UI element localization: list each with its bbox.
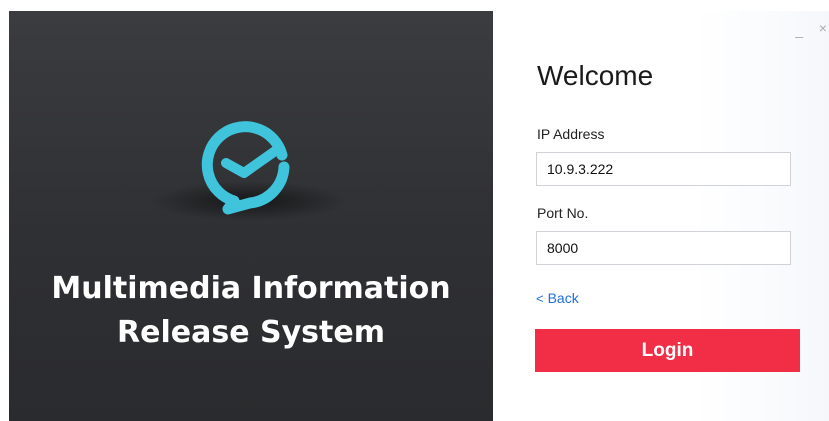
chat-bubble-clock-logo-icon (201, 121, 290, 215)
back-link[interactable]: < Back (536, 290, 579, 306)
port-input[interactable] (536, 231, 791, 265)
ip-address-input[interactable] (536, 152, 791, 186)
login-window: Multimedia Information Release System _ … (0, 0, 829, 421)
welcome-heading: Welcome (537, 60, 654, 91)
back-label: Back (547, 290, 579, 306)
brand-panel: Multimedia Information Release System (9, 11, 493, 421)
ip-address-label: IP Address (537, 126, 605, 142)
port-label: Port No. (537, 205, 589, 221)
chevron-left-icon: < (536, 291, 544, 306)
login-button[interactable]: Login (535, 329, 800, 372)
product-title: Multimedia Information Release System (9, 267, 493, 355)
product-title-line2: Release System (117, 315, 385, 350)
minimize-button[interactable]: _ (795, 23, 803, 37)
login-panel: _ × Welcome IP Address Port No. <Back Lo… (493, 11, 829, 421)
close-button[interactable]: × (819, 21, 827, 35)
product-title-line1: Multimedia Information (51, 271, 451, 306)
